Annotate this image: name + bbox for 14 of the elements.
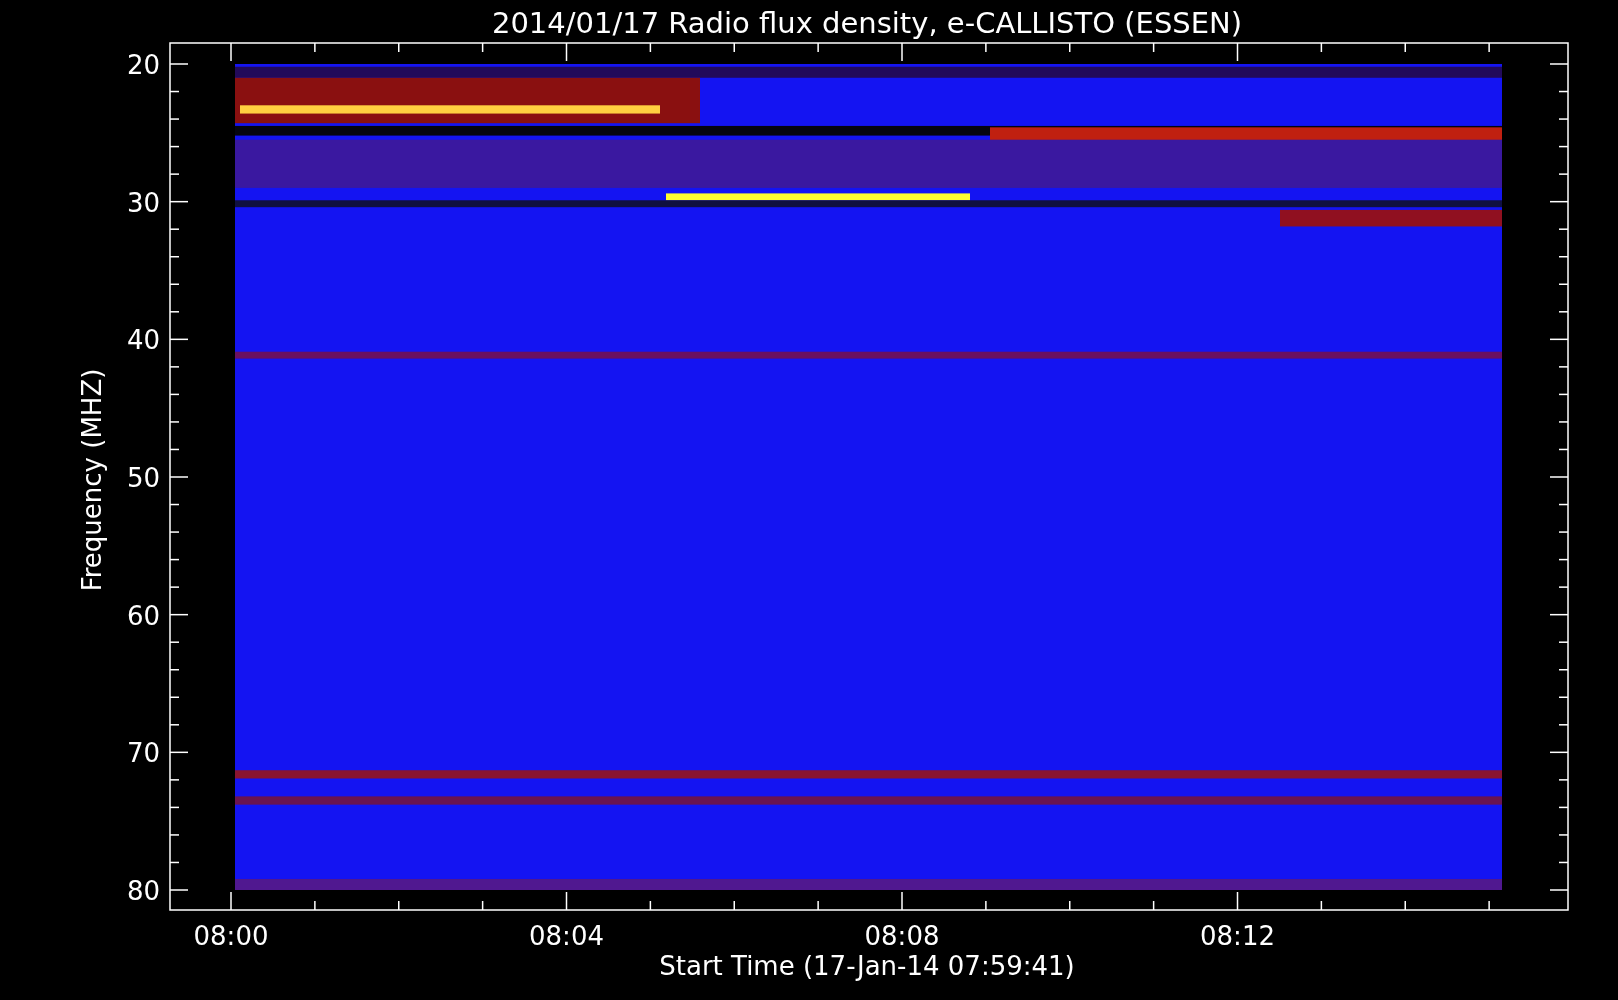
y-tick-label: 70 — [126, 738, 160, 769]
y-tick-label: 60 — [126, 600, 160, 631]
y-tick-label: 20 — [126, 50, 160, 80]
y-tick-label: 80 — [126, 876, 160, 906]
y-axis-label: Frequency (MHZ) — [77, 368, 107, 592]
x-axis-label: Start Time (17-Jan-14 07:59:41) — [659, 951, 1075, 981]
chart-title: 2014/01/17 Radio flux density, e-CALLISTO (ESSEN) — [491, 6, 1243, 40]
x-tick-label: 08:00 — [193, 921, 269, 951]
y-tick-label: 50 — [126, 463, 160, 493]
y-tick-label: 40 — [126, 325, 160, 356]
x-tick-label: 08:08 — [864, 921, 940, 951]
x-tick-label: 08:04 — [529, 921, 604, 951]
x-tick-label: 08:12 — [1200, 921, 1275, 951]
y-tick-label: 30 — [126, 187, 160, 218]
